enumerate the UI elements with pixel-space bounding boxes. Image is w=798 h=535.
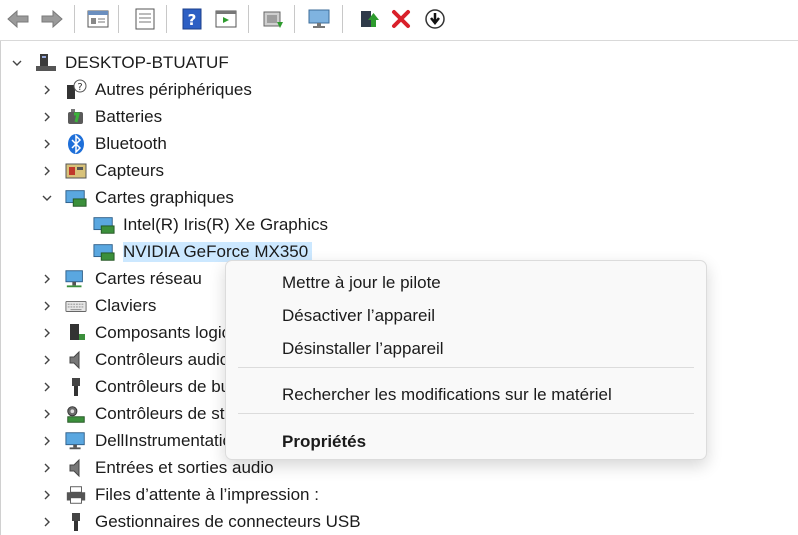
menu-item-scan-hardware[interactable]: Rechercher les modifications sur le maté…: [282, 385, 612, 405]
help-icon[interactable]: ?: [180, 7, 204, 31]
root-label: DESKTOP-BTUATUF: [65, 53, 229, 72]
chevron-right-icon[interactable]: [41, 408, 53, 420]
usb-plug-icon: [65, 512, 87, 532]
tree-item-gestionnaires-usb[interactable]: Gestionnaires de connecteurs USB: [41, 509, 361, 535]
tree-item-claviers[interactable]: Claviers: [41, 293, 156, 319]
battery-icon: [65, 107, 87, 127]
tree-item-capteurs[interactable]: Capteurs: [41, 158, 164, 184]
action-pane-icon[interactable]: [214, 7, 238, 31]
tree-item-batteries[interactable]: Batteries: [41, 104, 162, 130]
tree-item-label: Gestionnaires de connecteurs USB: [95, 512, 361, 531]
update-driver-icon[interactable]: [357, 7, 381, 31]
monitor-icon[interactable]: [307, 7, 331, 31]
tree-item-label: Cartes graphiques: [95, 188, 234, 207]
tree-item-label-selected: NVIDIA GeForce MX350: [123, 242, 313, 262]
tree-item-files-impression[interactable]: Files d’attente à l’impression :: [41, 482, 319, 508]
chevron-right-icon[interactable]: [41, 84, 53, 96]
unknown-device-icon: ?: [65, 79, 87, 100]
display-adapter-icon: [93, 215, 115, 235]
chevron-right-icon[interactable]: [41, 327, 53, 339]
forward-arrow-icon[interactable]: [40, 7, 64, 31]
tree-item-label: Cartes réseau: [95, 269, 202, 288]
chevron-right-icon[interactable]: [41, 138, 53, 150]
tree-item-label: Batteries: [95, 107, 163, 126]
usb-plug-icon: [65, 377, 87, 397]
tree-item-autres-peripheriques[interactable]: ? Autres périphériques: [41, 77, 252, 103]
context-menu: Mettre à jour le pilote Désactiver l’app…: [225, 260, 707, 460]
chevron-right-icon[interactable]: [41, 273, 53, 285]
bluetooth-icon: [65, 134, 87, 154]
speaker-icon: [65, 458, 87, 478]
network-adapter-icon: [65, 269, 87, 289]
toolbar: ?: [0, 0, 798, 41]
computer-icon: [35, 53, 57, 73]
tree-item-cartes-reseau[interactable]: Cartes réseau: [41, 266, 202, 292]
uninstall-x-icon[interactable]: [389, 7, 413, 31]
tree-item-label: Capteurs: [95, 161, 164, 180]
tree-item-label: Entrées et sorties audio: [95, 458, 274, 477]
chevron-right-icon[interactable]: [41, 381, 53, 393]
chevron-down-icon[interactable]: [11, 57, 23, 69]
menu-item-properties[interactable]: Propriétés: [282, 432, 366, 452]
tree-item-label: Claviers: [95, 296, 157, 315]
chevron-right-icon[interactable]: [41, 489, 53, 501]
svg-text:?: ?: [77, 82, 82, 93]
chevron-right-icon[interactable]: [41, 111, 53, 123]
tree-item-label: Autres périphériques: [95, 80, 252, 99]
properties-window-icon[interactable]: [86, 7, 110, 31]
monitor-device-icon: [65, 431, 87, 451]
chevron-right-icon[interactable]: [41, 354, 53, 366]
menu-separator: [238, 413, 694, 414]
speaker-icon: [65, 350, 87, 370]
tree-item-dellinstrumentation[interactable]: DellInstrumentation: [41, 428, 241, 454]
display-adapter-icon: [65, 188, 87, 208]
scan-hardware-icon[interactable]: [261, 7, 285, 31]
tree-root[interactable]: DESKTOP-BTUATUF: [11, 50, 229, 76]
chevron-right-icon[interactable]: [41, 462, 53, 474]
disable-device-icon[interactable]: [423, 7, 447, 31]
printer-icon: [65, 485, 87, 505]
sensor-icon: [65, 161, 87, 181]
chevron-down-icon[interactable]: [41, 192, 53, 204]
tree-item-label: Bluetooth: [95, 134, 167, 153]
chevron-right-icon[interactable]: [41, 165, 53, 177]
chevron-right-icon[interactable]: [41, 435, 53, 447]
tree-item-label: DellInstrumentation: [95, 431, 242, 450]
tree-item-bluetooth[interactable]: Bluetooth: [41, 131, 167, 157]
keyboard-icon: [65, 296, 87, 316]
tree-item-intel-iris[interactable]: Intel(R) Iris(R) Xe Graphics: [93, 212, 328, 238]
storage-controller-icon: [65, 404, 87, 424]
menu-item-uninstall-device[interactable]: Désinstaller l’appareil: [282, 339, 444, 359]
list-view-icon[interactable]: [133, 7, 157, 31]
menu-separator: [238, 367, 694, 368]
display-adapter-icon: [93, 242, 115, 262]
svg-text:?: ?: [188, 11, 197, 29]
tree-item-composants-logiciels[interactable]: Composants logiciels: [41, 320, 256, 346]
menu-item-update-driver[interactable]: Mettre à jour le pilote: [282, 273, 441, 293]
chevron-right-icon[interactable]: [41, 300, 53, 312]
tree-item-cartes-graphiques[interactable]: Cartes graphiques: [41, 185, 234, 211]
chevron-right-icon[interactable]: [41, 516, 53, 528]
software-component-icon: [65, 323, 87, 343]
tree-item-label: Intel(R) Iris(R) Xe Graphics: [123, 215, 328, 234]
tree-item-label: Files d’attente à l’impression :: [95, 485, 319, 504]
back-arrow-icon[interactable]: [6, 7, 30, 31]
menu-item-disable-device[interactable]: Désactiver l’appareil: [282, 306, 435, 326]
